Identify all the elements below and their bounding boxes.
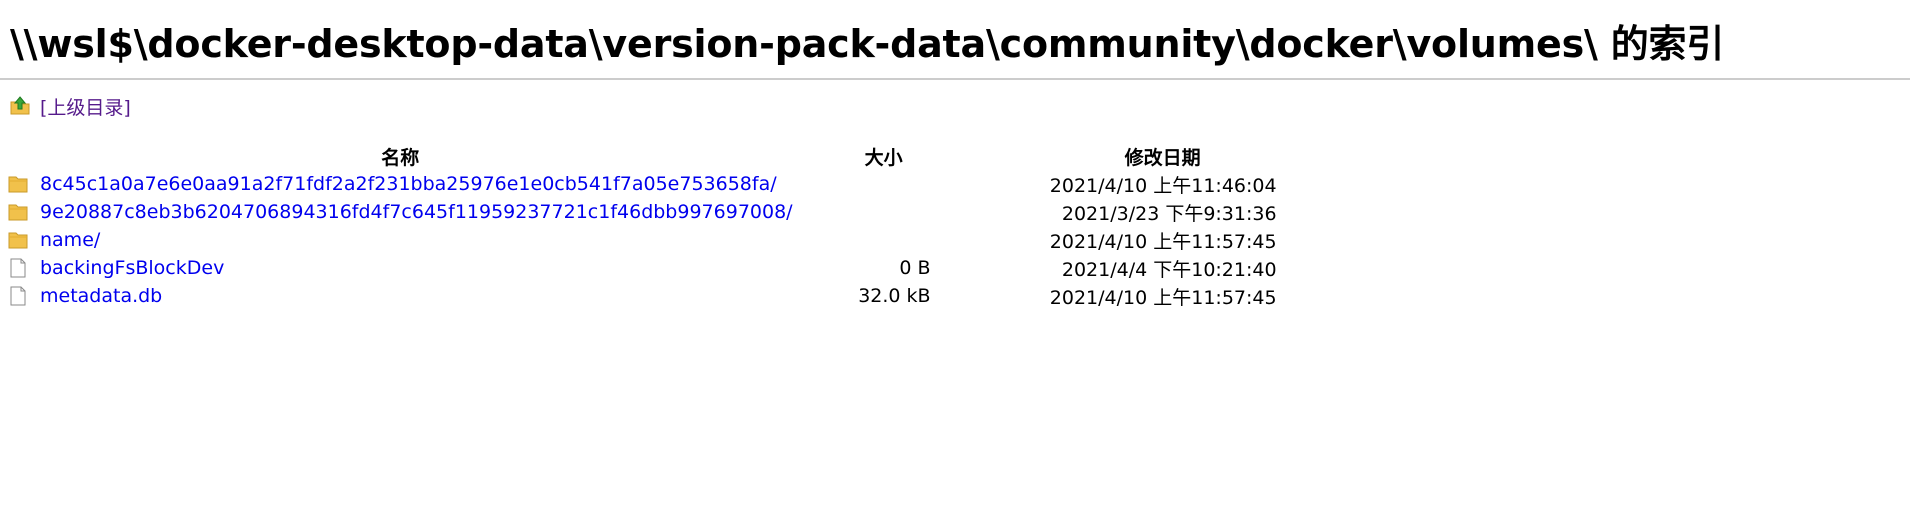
entry-link[interactable]: name/ [40, 229, 100, 251]
folder-icon [8, 174, 28, 194]
entry-size [793, 170, 931, 198]
entry-modified: 2021/3/23 下午9:31:36 [1061, 202, 1277, 225]
file-icon [8, 258, 28, 278]
table-row: metadata.db 32.0 kB 2021/4/10 上午11:57:45 [8, 282, 1277, 310]
folder-icon [8, 230, 28, 250]
column-header-modified[interactable]: 修改日期 [931, 142, 1277, 170]
folder-icon [8, 202, 28, 222]
entry-link[interactable]: metadata.db [40, 285, 162, 307]
parent-directory-row: [上级目录] [0, 92, 1910, 120]
entry-link[interactable]: backingFsBlockDev [40, 257, 224, 279]
table-row: 9e20887c8eb3b6204706894316fd4f7c645f1195… [8, 198, 1277, 226]
table-row: 8c45c1a0a7e6e0aa91a2f71fdf2a2f231bba2597… [8, 170, 1277, 198]
file-icon [8, 286, 28, 306]
entry-link[interactable]: 8c45c1a0a7e6e0aa91a2f71fdf2a2f231bba2597… [40, 173, 777, 195]
entry-size [793, 226, 931, 254]
directory-listing-table: 名称 大小 修改日期 8c45c1a0a7e6e0aa91a2f71fdf2a2… [8, 142, 1277, 310]
entry-modified: 2021/4/10 上午11:57:45 [1049, 230, 1277, 253]
entry-modified: 2021/4/10 上午11:57:45 [1049, 286, 1277, 309]
column-header-size[interactable]: 大小 [793, 142, 931, 170]
table-row: backingFsBlockDev 0 B 2021/4/4 下午10:21:4… [8, 254, 1277, 282]
entry-size: 0 B [899, 257, 931, 279]
table-header-row: 名称 大小 修改日期 [8, 142, 1277, 170]
entry-modified: 2021/4/10 上午11:46:04 [1049, 174, 1277, 197]
up-directory-icon[interactable] [10, 96, 30, 116]
entry-modified: 2021/4/4 下午10:21:40 [1061, 258, 1277, 281]
entry-size [793, 198, 931, 226]
page-title: \\wsl$\docker-desktop-data\version-pack-… [10, 22, 1725, 66]
entry-link[interactable]: 9e20887c8eb3b6204706894316fd4f7c645f1195… [40, 201, 793, 223]
title-divider [0, 78, 1910, 80]
entry-size: 32.0 kB [858, 285, 931, 307]
table-row: name/ 2021/4/10 上午11:57:45 [8, 226, 1277, 254]
parent-directory-link[interactable]: [上级目录] [40, 93, 131, 120]
column-header-name[interactable]: 名称 [8, 142, 793, 170]
